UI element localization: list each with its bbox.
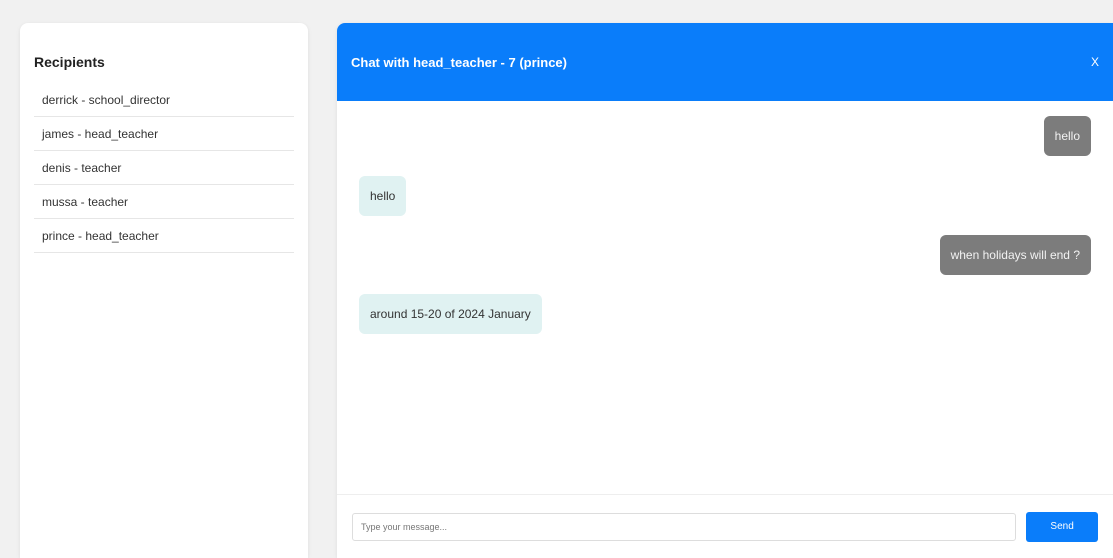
close-chat-button[interactable]: X (1091, 55, 1099, 69)
chat-title: Chat with head_teacher - 7 (prince) (351, 54, 567, 70)
recipient-item-derrick[interactable]: derrick - school_director (34, 83, 294, 117)
recipient-item-james[interactable]: james - head_teacher (34, 117, 294, 151)
chat-header: Chat with head_teacher - 7 (prince) X (337, 23, 1113, 101)
recipients-sidebar: Recipients derrick - school_director jam… (20, 23, 308, 558)
recipient-item-prince[interactable]: prince - head_teacher (34, 219, 294, 253)
message-bubble-sent: hello (1043, 116, 1091, 156)
message-list[interactable]: hello hello when holidays will end ? aro… (337, 101, 1113, 494)
recipient-list: derrick - school_director james - head_t… (34, 83, 294, 253)
send-button[interactable]: Send (1026, 511, 1098, 542)
recipient-item-denis[interactable]: denis - teacher (34, 151, 294, 185)
message-composer: Send (337, 494, 1113, 558)
message-input[interactable] (352, 512, 1017, 541)
message-bubble-received: hello (359, 176, 407, 216)
message-bubble-received: around 15-20 of 2024 January (359, 294, 542, 334)
message-bubble-sent: when holidays will end ? (939, 235, 1091, 275)
chat-panel: Chat with head_teacher - 7 (prince) X he… (337, 23, 1113, 558)
recipients-heading: Recipients (34, 54, 105, 70)
chat-app: Recipients derrick - school_director jam… (0, 0, 1113, 558)
recipient-item-mussa[interactable]: mussa - teacher (34, 185, 294, 219)
